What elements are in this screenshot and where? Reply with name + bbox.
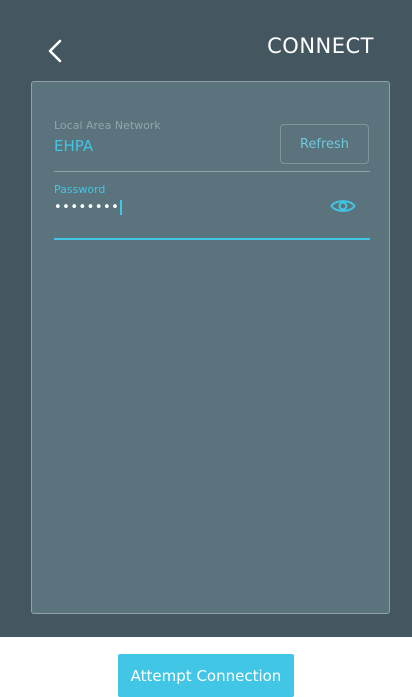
- chevron-left-icon: [48, 39, 62, 63]
- page-title: CONNECT: [267, 34, 374, 58]
- back-button[interactable]: [42, 36, 68, 66]
- password-masked-text: ••••••••: [54, 200, 120, 215]
- password-field[interactable]: ••••••••: [54, 200, 123, 215]
- connection-panel: Local Area Network EHPA Refresh Password…: [31, 81, 390, 614]
- eye-icon: [330, 200, 356, 212]
- password-underline: [54, 238, 370, 240]
- text-caret: [120, 200, 123, 215]
- refresh-button[interactable]: Refresh: [280, 124, 369, 164]
- password-label: Password: [54, 183, 106, 196]
- network-label: Local Area Network: [54, 119, 161, 132]
- network-divider: [54, 171, 370, 172]
- toggle-password-visibility-button[interactable]: [328, 193, 358, 219]
- app-background: CONNECT Local Area Network EHPA Refresh …: [0, 0, 412, 637]
- network-name[interactable]: EHPA: [54, 137, 93, 155]
- connect-screen: CONNECT Local Area Network EHPA Refresh …: [0, 0, 412, 697]
- attempt-connection-button[interactable]: Attempt Connection: [118, 654, 294, 697]
